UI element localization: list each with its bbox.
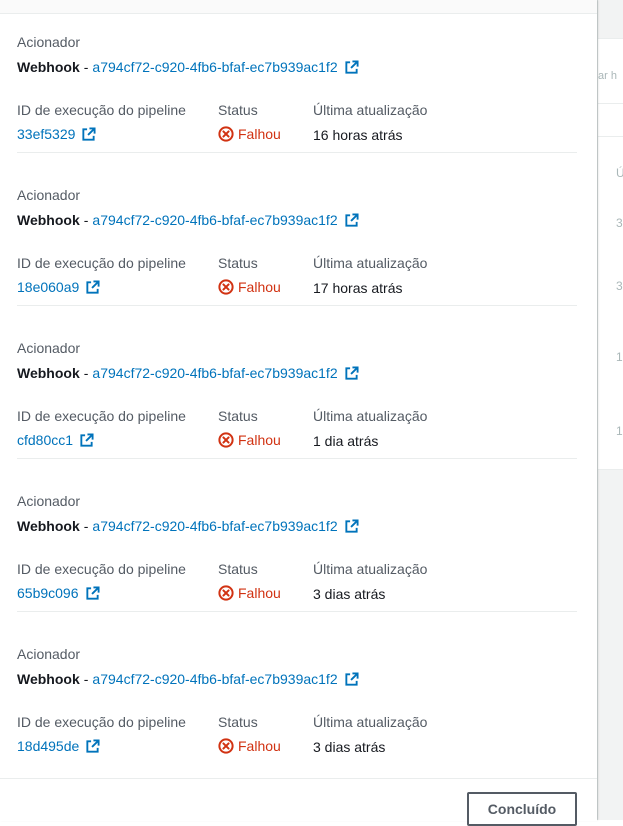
done-button[interactable]: Concluído xyxy=(467,792,577,826)
background-cell: 3 xyxy=(616,216,623,230)
execution-id-link[interactable]: cfd80cc1 xyxy=(17,432,73,448)
status-failed-icon xyxy=(218,432,234,448)
trigger-value: Webhook - a794cf72-c920-4fb6-bfaf-ec7b93… xyxy=(17,212,359,228)
status-label: Status xyxy=(218,408,258,424)
status-failed-icon xyxy=(218,738,234,754)
last-updated-label: Última atualização xyxy=(313,561,428,577)
status-label: Status xyxy=(218,561,258,577)
trigger-separator: - xyxy=(83,212,89,228)
execution-id-label: ID de execução do pipeline xyxy=(17,408,186,424)
trigger-separator: - xyxy=(83,518,89,534)
modal-footer: Concluído xyxy=(0,778,597,826)
trigger-label: Acionador xyxy=(17,187,81,203)
execution-id-value: 18e060a9 xyxy=(17,279,100,295)
external-link-icon[interactable] xyxy=(344,518,359,534)
trigger-label: Acionador xyxy=(17,493,81,509)
external-link-icon[interactable] xyxy=(344,59,359,75)
external-link-icon[interactable] xyxy=(81,126,96,142)
trigger-separator: - xyxy=(83,671,89,687)
trigger-value: Webhook - a794cf72-c920-4fb6-bfaf-ec7b93… xyxy=(17,59,359,75)
execution-id-value: 18d495de xyxy=(17,738,100,754)
status-label: Status xyxy=(218,102,258,118)
background-cell: 3 xyxy=(616,279,623,293)
status-label: Status xyxy=(218,714,258,730)
background-page: ar h Ú 3 3 1 1 xyxy=(597,0,623,820)
trigger-type: Webhook xyxy=(17,59,80,75)
status-text: Falhou xyxy=(238,126,281,142)
status-text: Falhou xyxy=(238,738,281,754)
status-value: Falhou xyxy=(218,126,281,142)
trigger-type: Webhook xyxy=(17,212,80,228)
trigger-value: Webhook - a794cf72-c920-4fb6-bfaf-ec7b93… xyxy=(17,671,359,687)
external-link-icon[interactable] xyxy=(85,279,100,295)
last-updated-label: Última atualização xyxy=(313,102,428,118)
last-updated-value: 3 dias atrás xyxy=(313,586,386,602)
trigger-label: Acionador xyxy=(17,340,81,356)
background-search-hint: ar h xyxy=(598,70,617,82)
trigger-id-link[interactable]: a794cf72-c920-4fb6-bfaf-ec7b939ac1f2 xyxy=(92,671,337,687)
execution-id-link[interactable]: 33ef5329 xyxy=(17,126,75,142)
trigger-id-link[interactable]: a794cf72-c920-4fb6-bfaf-ec7b939ac1f2 xyxy=(92,365,337,381)
external-link-icon[interactable] xyxy=(344,365,359,381)
execution-id-value: 65b9c096 xyxy=(17,585,100,601)
trigger-value: Webhook - a794cf72-c920-4fb6-bfaf-ec7b93… xyxy=(17,365,359,381)
status-value: Falhou xyxy=(218,585,281,601)
trigger-type: Webhook xyxy=(17,671,80,687)
status-failed-icon xyxy=(218,126,234,142)
execution-id-label: ID de execução do pipeline xyxy=(17,102,186,118)
execution-id-label: ID de execução do pipeline xyxy=(17,255,186,271)
trigger-id-link[interactable]: a794cf72-c920-4fb6-bfaf-ec7b939ac1f2 xyxy=(92,212,337,228)
external-link-icon[interactable] xyxy=(344,671,359,687)
execution-id-value: cfd80cc1 xyxy=(17,432,94,448)
execution-card: Acionador Webhook - a794cf72-c920-4fb6-b… xyxy=(0,0,597,153)
background-column-hint: Ú xyxy=(616,166,623,180)
status-label: Status xyxy=(218,255,258,271)
execution-card: Acionador Webhook - a794cf72-c920-4fb6-b… xyxy=(0,459,597,612)
status-failed-icon xyxy=(218,585,234,601)
trigger-id-link[interactable]: a794cf72-c920-4fb6-bfaf-ec7b939ac1f2 xyxy=(92,518,337,534)
last-updated-value: 3 dias atrás xyxy=(313,739,386,755)
status-text: Falhou xyxy=(238,585,281,601)
background-divider xyxy=(598,103,623,104)
trigger-separator: - xyxy=(83,365,89,381)
external-link-icon[interactable] xyxy=(85,585,100,601)
background-cell: 1 xyxy=(616,424,623,438)
execution-id-link[interactable]: 18e060a9 xyxy=(17,279,79,295)
execution-card: Acionador Webhook - a794cf72-c920-4fb6-b… xyxy=(0,612,597,765)
last-updated-label: Última atualização xyxy=(313,408,428,424)
execution-id-link[interactable]: 18d495de xyxy=(17,738,79,754)
trigger-type: Webhook xyxy=(17,365,80,381)
external-link-icon[interactable] xyxy=(85,738,100,754)
external-link-icon[interactable] xyxy=(79,432,94,448)
background-divider xyxy=(598,136,623,137)
last-updated-value: 17 horas atrás xyxy=(313,280,403,296)
status-value: Falhou xyxy=(218,738,281,754)
trigger-id-link[interactable]: a794cf72-c920-4fb6-bfaf-ec7b939ac1f2 xyxy=(92,59,337,75)
trigger-value: Webhook - a794cf72-c920-4fb6-bfaf-ec7b93… xyxy=(17,518,359,534)
trigger-type: Webhook xyxy=(17,518,80,534)
execution-id-label: ID de execução do pipeline xyxy=(17,714,186,730)
background-cell: 1 xyxy=(616,350,623,364)
external-link-icon[interactable] xyxy=(344,212,359,228)
last-updated-label: Última atualização xyxy=(313,255,428,271)
status-value: Falhou xyxy=(218,432,281,448)
status-text: Falhou xyxy=(238,279,281,295)
last-updated-label: Última atualização xyxy=(313,714,428,730)
execution-id-label: ID de execução do pipeline xyxy=(17,561,186,577)
last-updated-value: 1 dia atrás xyxy=(313,433,379,449)
execution-card: Acionador Webhook - a794cf72-c920-4fb6-b… xyxy=(0,306,597,459)
status-text: Falhou xyxy=(238,432,281,448)
status-value: Falhou xyxy=(218,279,281,295)
trigger-label: Acionador xyxy=(17,646,81,662)
execution-history-modal: Acionador Webhook - a794cf72-c920-4fb6-b… xyxy=(0,0,597,826)
last-updated-value: 16 horas atrás xyxy=(313,127,403,143)
execution-id-value: 33ef5329 xyxy=(17,126,96,142)
execution-id-link[interactable]: 65b9c096 xyxy=(17,585,79,601)
execution-card: Acionador Webhook - a794cf72-c920-4fb6-b… xyxy=(0,153,597,306)
trigger-label: Acionador xyxy=(17,34,81,50)
status-failed-icon xyxy=(218,279,234,295)
trigger-separator: - xyxy=(83,59,89,75)
